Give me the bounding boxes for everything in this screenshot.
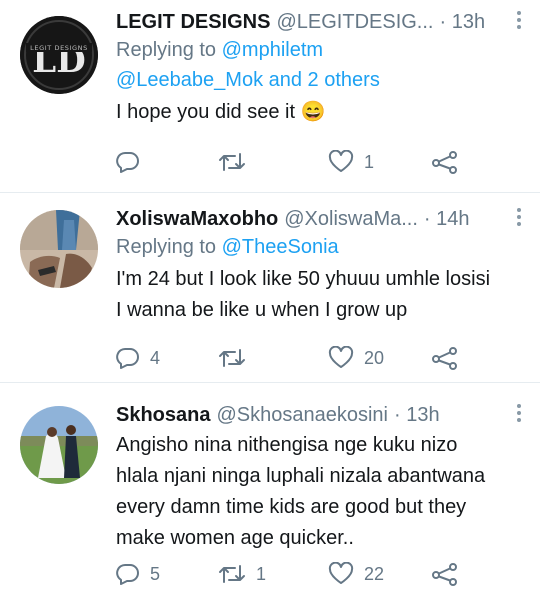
more-vertical-icon[interactable] bbox=[512, 10, 526, 34]
share-icon bbox=[432, 151, 457, 174]
avatar-photo bbox=[20, 210, 98, 288]
avatar-skhosana[interactable] bbox=[20, 406, 98, 484]
tweet-text-line: Angisho nina nithengisa nge kuku nizo bbox=[116, 434, 458, 456]
replying-to: Replying to @TheeSonia bbox=[116, 232, 526, 262]
retweet-button[interactable] bbox=[218, 147, 256, 177]
speech-bubble-icon bbox=[116, 563, 139, 585]
tweet-time[interactable]: · 13h bbox=[439, 11, 485, 34]
share-button[interactable] bbox=[432, 559, 458, 589]
heart-icon bbox=[328, 562, 354, 584]
share-button[interactable] bbox=[432, 147, 458, 177]
tweet-header: Skhosana @Skhosanaekosini · 13h bbox=[116, 402, 526, 428]
tweet-skhosana[interactable]: Skhosana @Skhosanaekosini · 13h Angisho … bbox=[0, 383, 540, 596]
retweet-button[interactable] bbox=[218, 343, 256, 373]
mention-link[interactable]: @Leebabe_Mok and 2 others bbox=[116, 69, 380, 91]
tweet-text-line: hlala njani ninga luphali nizala abantwa… bbox=[116, 465, 486, 487]
avatar-photo bbox=[20, 406, 98, 484]
replying-to-label: Replying to bbox=[116, 236, 222, 258]
like-count: 20 bbox=[364, 347, 385, 368]
retweet-count: 1 bbox=[256, 563, 267, 584]
tweet-time[interactable]: · 14h bbox=[424, 208, 470, 231]
replying-to: Replying to @mphiletm bbox=[116, 35, 526, 65]
author-handle[interactable]: @XoliswaMa... bbox=[284, 208, 418, 231]
tweet-legit-designs[interactable]: LD LEGIT DESIGNS LEGIT DESIGNS @LEGITDES… bbox=[0, 0, 540, 193]
mention-link[interactable]: @TheeSonia bbox=[222, 236, 339, 258]
author-name[interactable]: XoliswaMaxobho bbox=[116, 208, 278, 231]
retweet-icon bbox=[219, 349, 245, 367]
speech-bubble-icon bbox=[116, 151, 139, 173]
speech-bubble-icon bbox=[116, 347, 139, 369]
share-button[interactable] bbox=[432, 343, 458, 373]
author-name[interactable]: LEGIT DESIGNS bbox=[116, 11, 270, 34]
author-handle[interactable]: @LEGITDESIG... bbox=[276, 11, 433, 34]
like-button[interactable]: 20 bbox=[328, 343, 384, 373]
mention-link[interactable]: @mphiletm bbox=[222, 39, 323, 61]
heart-icon bbox=[328, 346, 354, 368]
replying-to-label: Replying to bbox=[116, 39, 222, 61]
tweet-header: LEGIT DESIGNS @LEGITDESIG... · 13h bbox=[116, 9, 526, 35]
like-button[interactable]: 1 bbox=[328, 147, 374, 177]
tweet-text-line: I'm 24 but I look like 50 yhuuu umhle lo… bbox=[116, 268, 491, 290]
heart-icon bbox=[328, 150, 354, 172]
reply-button[interactable]: 4 bbox=[116, 343, 160, 373]
retweet-button[interactable]: 1 bbox=[218, 559, 266, 589]
tweet-xoliswa[interactable]: XoliswaMaxobho @XoliswaMa... · 14h Reply… bbox=[0, 193, 540, 383]
tweet-header: XoliswaMaxobho @XoliswaMa... · 14h bbox=[116, 206, 526, 232]
like-count: 22 bbox=[364, 563, 385, 584]
author-handle[interactable]: @Skhosanaekosini bbox=[216, 404, 388, 427]
svg-text:LEGIT DESIGNS: LEGIT DESIGNS bbox=[30, 44, 88, 52]
replying-to-line2: @Leebabe_Mok and 2 others bbox=[116, 65, 526, 95]
avatar-legit-designs[interactable]: LD LEGIT DESIGNS bbox=[20, 16, 98, 94]
reply-button[interactable]: 5 bbox=[116, 559, 160, 589]
like-count: 1 bbox=[364, 151, 375, 172]
avatar-xoliswa[interactable] bbox=[20, 210, 98, 288]
share-icon bbox=[432, 347, 457, 370]
tweet-text-line: I wanna be like u when I grow up bbox=[116, 299, 408, 321]
tweet-text-line: make women age quicker.. bbox=[116, 527, 354, 549]
retweet-icon bbox=[219, 153, 245, 171]
reply-count: 4 bbox=[150, 347, 161, 368]
legit-designs-logo: LD LEGIT DESIGNS bbox=[20, 16, 98, 94]
retweet-icon bbox=[219, 565, 245, 583]
like-button[interactable]: 22 bbox=[328, 559, 384, 589]
tweet-text-line: every damn time kids are good but they bbox=[116, 496, 467, 518]
reply-button[interactable] bbox=[116, 147, 150, 177]
more-vertical-icon[interactable] bbox=[512, 207, 526, 231]
more-vertical-icon[interactable] bbox=[512, 403, 526, 427]
tweet-time[interactable]: · 13h bbox=[394, 404, 440, 427]
reply-count: 5 bbox=[150, 563, 161, 584]
tweet-text: I hope you did see it 😄 bbox=[116, 101, 326, 123]
author-name[interactable]: Skhosana bbox=[116, 404, 210, 427]
share-icon bbox=[432, 563, 457, 586]
